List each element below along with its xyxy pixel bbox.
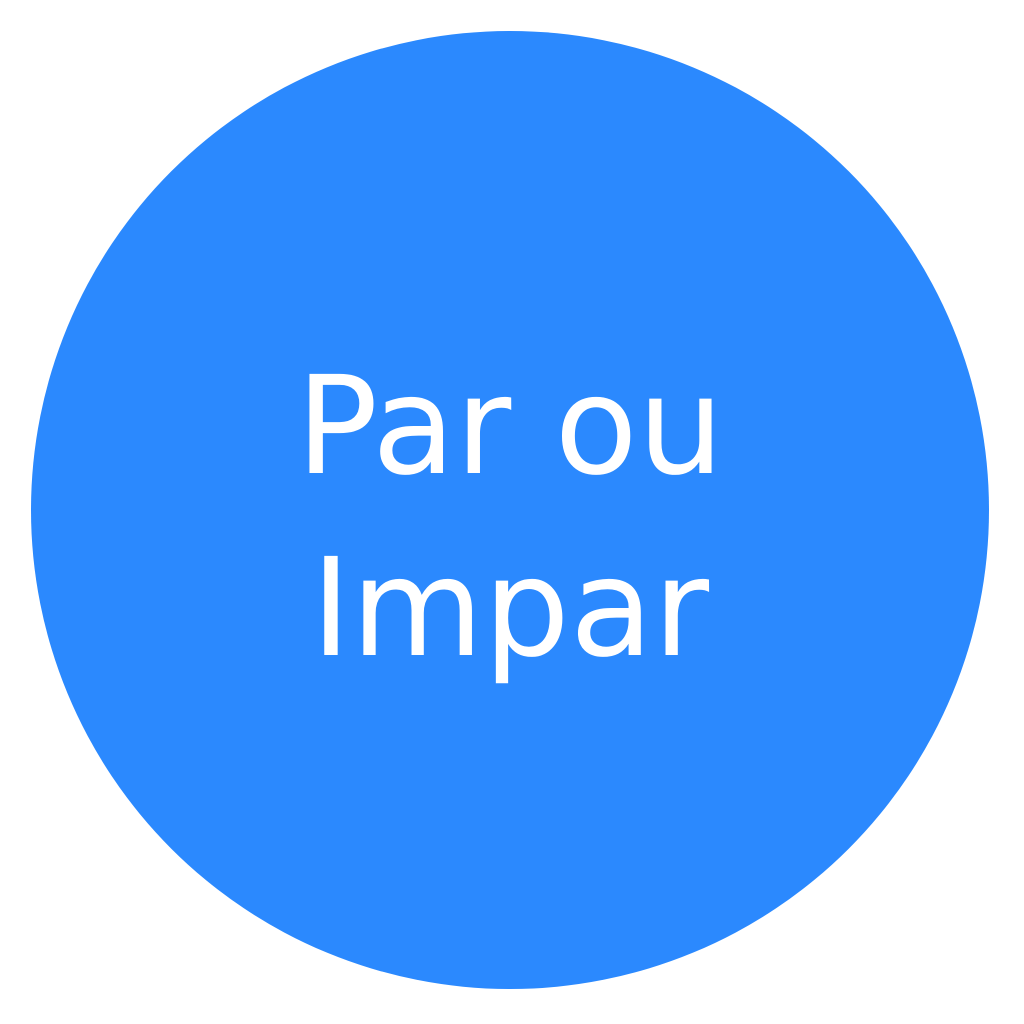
app-title-line-2: Impar <box>310 530 710 688</box>
app-title: Par ou Impar <box>296 336 724 700</box>
app-icon-circle: Par ou Impar <box>31 31 989 989</box>
app-title-line-1: Par ou <box>296 348 724 506</box>
app-icon-canvas: Par ou Impar <box>0 0 1024 1024</box>
